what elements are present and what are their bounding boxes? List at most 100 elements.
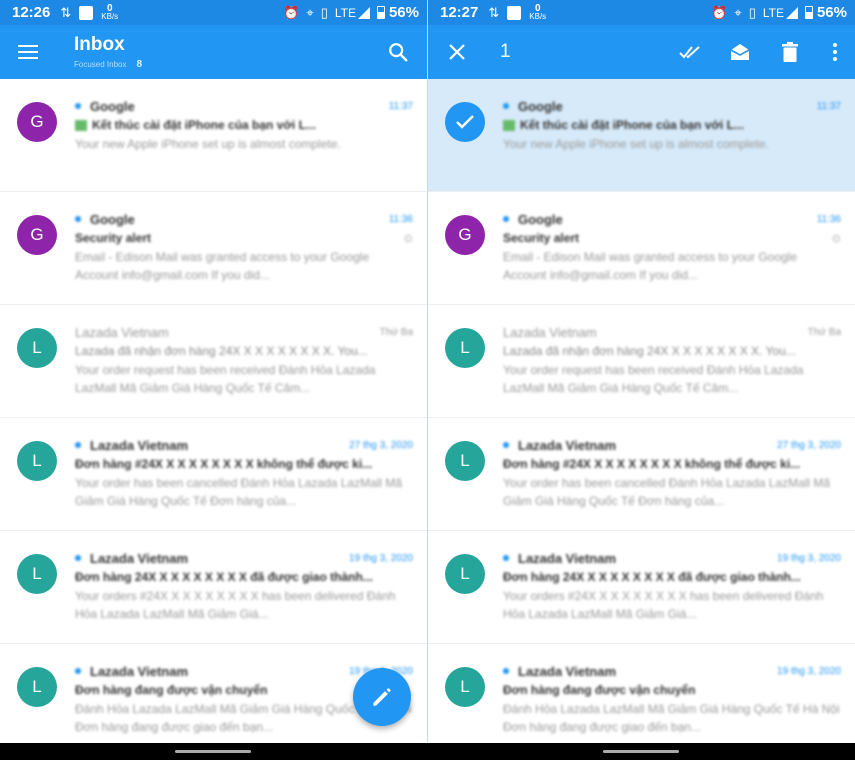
- email-sender: Lazada Vietnam: [518, 663, 617, 679]
- unread-dot-icon: [75, 668, 81, 674]
- flag-icon[interactable]: ⊙: [832, 232, 841, 245]
- double-check-icon: [679, 46, 700, 59]
- avatar[interactable]: L: [17, 554, 57, 594]
- unread-dot-icon: [75, 216, 81, 222]
- menu-button[interactable]: [0, 45, 56, 59]
- unread-dot-icon: [503, 668, 509, 674]
- email-subject-line: Security alert ⊙: [75, 231, 413, 245]
- email-row[interactable]: G Google 11:36 Security alert ⊙ Email - Ediso…: [428, 192, 855, 305]
- email-preview: Your orders #24X X X X X X X X X has bee…: [503, 589, 824, 621]
- avatar[interactable]: L: [445, 441, 485, 481]
- avatar[interactable]: L: [17, 441, 57, 481]
- delete-button[interactable]: [765, 42, 815, 62]
- network-type: LTE: [762, 5, 784, 20]
- data-transfer-icon: ⇅: [60, 4, 72, 20]
- email-content: Lazada Vietnam 19 thg 3, 2020 Đơn hàng 24X…: [503, 550, 841, 623]
- email-subject: Đơn hàng đang được vận chuyển: [75, 683, 268, 697]
- attachment-icon: [503, 119, 515, 131]
- email-preview: Your order request has been received Đán…: [503, 363, 804, 395]
- unread-dot-icon: [75, 103, 81, 109]
- email-row[interactable]: G Google 11:37 Kết thúc cài đặt iPhone của …: [0, 79, 427, 192]
- email-subject-line: Lazada đã nhận đơn hàng 24X X X X X X X …: [503, 344, 841, 358]
- email-row[interactable]: L Lazada Vietnam 19 thg 3, 2020 Đơn hàng 24…: [0, 531, 427, 644]
- email-row[interactable]: L Lazada Vietnam 19 thg 3, 2020 Đơn hàng 24…: [428, 531, 855, 644]
- email-content: Lazada Vietnam 19 thg 3, 2020 Đơn hàng 24X…: [75, 550, 413, 623]
- more-vert-icon: [833, 43, 837, 61]
- email-date: 27 thg 3, 2020: [349, 439, 413, 451]
- status-bar: 12:27 ⇅ 0 KB/s ⏰ ⌖ ▯ LTE 56%: [428, 0, 855, 25]
- avatar[interactable]: G: [17, 215, 57, 255]
- email-row[interactable]: Google 11:37 Kết thúc cài đặt iPhone của b…: [428, 79, 855, 192]
- email-content: Lazada Vietnam Thứ Ba Lazada đã nhận đơn h…: [503, 324, 841, 397]
- move-button[interactable]: [715, 43, 765, 61]
- email-sender: Google: [90, 98, 135, 114]
- email-list[interactable]: G Google 11:37 Kết thúc cài đặt iPhone của …: [0, 79, 427, 757]
- battery-icon: [804, 6, 813, 19]
- attachment-icon: [75, 119, 87, 131]
- close-selection-button[interactable]: [428, 43, 486, 61]
- email-subject-line: Đơn hàng đang được vận chuyển: [503, 683, 841, 697]
- email-subject: Đơn hàng 24X X X X X X X X X đã được gia…: [75, 570, 373, 584]
- focused-inbox-label: Focused Inbox 8: [74, 59, 143, 70]
- email-preview: Your order request has been received Đán…: [75, 363, 376, 395]
- email-subject-line: Đơn hàng #24X X X X X X X X X không thể …: [503, 457, 841, 471]
- avatar[interactable]: L: [445, 328, 485, 368]
- email-content: Google 11:36 Security alert ⊙ Email - Edison…: [75, 211, 413, 284]
- email-sender: Lazada Vietnam: [90, 550, 189, 566]
- selected-count: 1: [500, 41, 511, 62]
- email-row[interactable]: L Lazada Vietnam Thứ Ba Lazada đã nhận đơn …: [428, 305, 855, 418]
- notification-icon: [79, 5, 94, 20]
- title-block[interactable]: Inbox Focused Inbox 8: [74, 34, 142, 70]
- compose-button[interactable]: [353, 668, 411, 726]
- search-icon: [389, 43, 408, 62]
- notification-icon: [507, 5, 522, 20]
- email-date: 11:37: [388, 100, 413, 112]
- unread-count: 8: [136, 59, 143, 70]
- email-row[interactable]: L Lazada Vietnam Thứ Ba Lazada đã nhận đơn …: [0, 305, 427, 418]
- search-button[interactable]: [387, 41, 409, 68]
- avatar[interactable]: L: [445, 554, 485, 594]
- envelope-open-icon: [730, 44, 750, 60]
- email-subject-line: Lazada đã nhận đơn hàng 24X X X X X X X …: [75, 344, 413, 358]
- more-options-button[interactable]: [815, 42, 855, 62]
- email-preview: Your order has been cancelled Đánh Hỏa L…: [75, 476, 403, 508]
- check-icon: [456, 115, 474, 129]
- email-subject: Kết thúc cài đặt iPhone của bạn với L...: [92, 118, 316, 132]
- location-icon: ⌖: [734, 4, 742, 20]
- email-subject: Security alert: [503, 231, 580, 245]
- email-sender: Google: [518, 98, 563, 114]
- unread-dot-icon: [503, 555, 509, 561]
- battery-percent: 56%: [816, 4, 847, 21]
- email-list[interactable]: Google 11:37 Kết thúc cài đặt iPhone của b…: [428, 79, 855, 757]
- avatar[interactable]: L: [17, 667, 57, 707]
- email-row[interactable]: L Lazada Vietnam 19 thg 3, 2020 Đơn hàng đa…: [428, 644, 855, 757]
- unread-dot-icon: [503, 216, 509, 222]
- home-gesture-handle[interactable]: [175, 750, 251, 753]
- email-content: Google 11:36 Security alert ⊙ Email - Edison…: [503, 211, 841, 284]
- email-preview: Your order has been cancelled Đánh Hỏa L…: [503, 476, 831, 508]
- avatar[interactable]: G: [17, 102, 57, 142]
- email-preview: Your new Apple iPhone set up is almost c…: [503, 137, 769, 151]
- email-row[interactable]: G Google 11:36 Security alert ⊙ Email - Ediso…: [0, 192, 427, 305]
- hamburger-icon: [18, 45, 38, 59]
- status-bar: 12:26 ⇅ 0 KB/s ⏰ ⌖ ▯ LTE 56%: [0, 0, 427, 25]
- data-rate: 0 KB/s: [529, 2, 547, 21]
- email-sender: Lazada Vietnam: [503, 324, 597, 340]
- network-type: LTE: [334, 5, 356, 20]
- email-sender: Google: [90, 211, 135, 227]
- email-subject-line: Đơn hàng 24X X X X X X X X X đã được gia…: [75, 570, 413, 584]
- avatar[interactable]: G: [445, 215, 485, 255]
- email-content: Lazada Vietnam 27 thg 3, 2020 Đơn hàng #24…: [75, 437, 413, 510]
- email-subject-line: Đơn hàng #24X X X X X X X X X không thể …: [75, 457, 413, 471]
- avatar[interactable]: L: [445, 667, 485, 707]
- email-row[interactable]: L Lazada Vietnam 27 thg 3, 2020 Đơn hàng #2…: [0, 418, 427, 531]
- flag-icon[interactable]: ⊙: [404, 232, 413, 245]
- email-row[interactable]: L Lazada Vietnam 27 thg 3, 2020 Đơn hàng #2…: [428, 418, 855, 531]
- data-transfer-icon: ⇅: [488, 4, 500, 20]
- mark-read-button[interactable]: [665, 44, 715, 60]
- email-preview: Your new Apple iPhone set up is almost c…: [75, 137, 341, 151]
- selected-check[interactable]: [445, 102, 485, 142]
- email-sender: Lazada Vietnam: [90, 663, 189, 679]
- home-gesture-handle[interactable]: [603, 750, 679, 753]
- avatar[interactable]: L: [17, 328, 57, 368]
